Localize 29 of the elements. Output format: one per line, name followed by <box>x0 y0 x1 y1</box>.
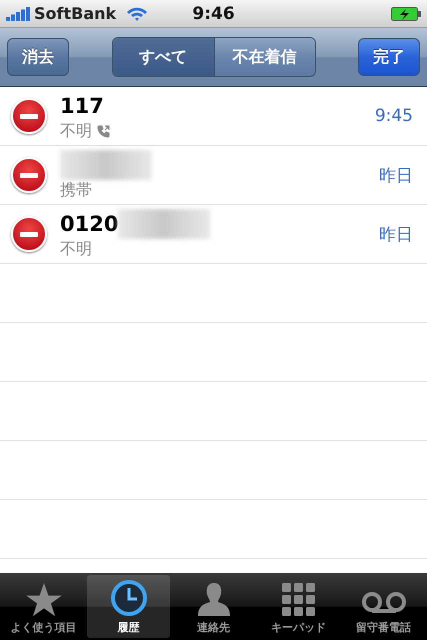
delete-icon[interactable] <box>11 98 47 134</box>
tab-item[interactable]: よく使う項目 <box>2 575 85 638</box>
person-icon <box>196 581 232 617</box>
call-time: 昨日 <box>379 224 413 246</box>
number-type: 不明 <box>60 120 92 142</box>
tab-item[interactable]: 留守番電話 <box>342 575 425 638</box>
clock-icon <box>110 579 148 617</box>
segment-button[interactable]: 不在着信 <box>214 38 314 76</box>
segment-button[interactable]: すべて <box>112 38 214 76</box>
carrier-name: SoftBank <box>34 4 116 23</box>
tab-item[interactable]: 履歴 <box>87 575 170 638</box>
call-time: 昨日 <box>379 164 413 186</box>
signal-icon <box>6 6 30 20</box>
battery-icon <box>391 6 422 20</box>
tab-item[interactable]: 連絡先 <box>172 575 255 638</box>
delete-icon[interactable] <box>11 216 47 252</box>
star-icon <box>26 583 62 617</box>
delete-button[interactable]: 消去 <box>7 38 69 76</box>
tab-item[interactable]: キーパッド <box>257 575 340 638</box>
keypad-icon <box>282 583 316 617</box>
done-button[interactable]: 完了 <box>358 38 420 76</box>
caller-number: 117 <box>60 94 104 118</box>
call-time: 9:45 <box>374 106 413 126</box>
number-type: 携帯 <box>60 180 92 200</box>
number-type: 不明 <box>60 238 92 260</box>
wifi-icon <box>126 6 148 22</box>
status-time: 9:46 <box>192 4 235 24</box>
delete-icon[interactable] <box>11 157 47 193</box>
caller-number: 0120 <box>60 212 118 236</box>
